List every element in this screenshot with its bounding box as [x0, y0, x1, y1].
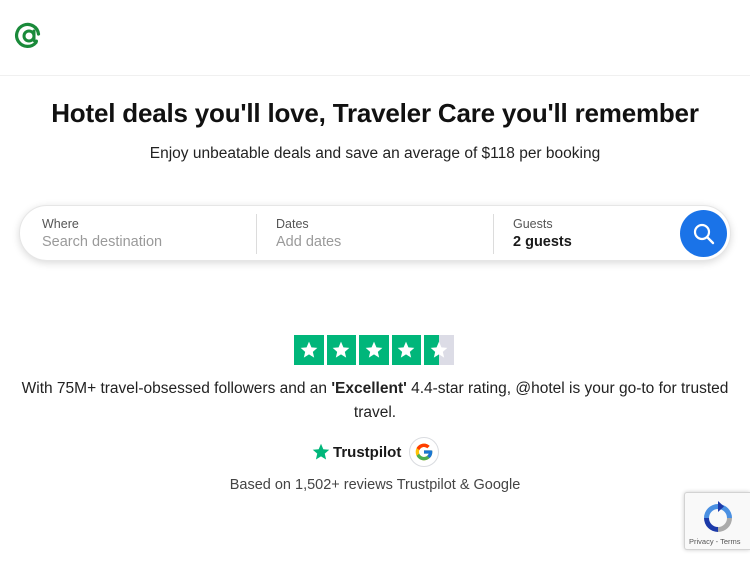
where-field[interactable]: Where Search destination: [42, 206, 252, 262]
half-star-icon: [424, 335, 454, 365]
divider: [256, 214, 257, 254]
recaptcha-badge[interactable]: Privacy - Terms: [684, 492, 750, 550]
guests-value[interactable]: 2 guests: [513, 234, 673, 250]
at-sign-logo-icon[interactable]: [14, 22, 42, 50]
search-button[interactable]: [680, 210, 727, 257]
guests-field[interactable]: Guests 2 guests: [513, 206, 673, 262]
dates-field[interactable]: Dates Add dates: [276, 206, 486, 262]
trustpilot-star-rating: [294, 335, 454, 365]
dates-input[interactable]: Add dates: [276, 234, 486, 250]
trustpilot-label: Trustpilot: [333, 443, 402, 461]
reviews-count-text: Based on 1,502+ reviews Trustpilot & Goo…: [229, 477, 521, 493]
page-title: Hotel deals you'll love, Traveler Care y…: [51, 98, 699, 128]
trustpilot-star-icon: [312, 443, 330, 460]
review-brands: Trustpilot: [312, 437, 440, 467]
privacy-link[interactable]: Privacy: [689, 537, 714, 546]
recaptcha-icon: [704, 501, 732, 532]
divider: [493, 214, 494, 254]
rating-text-suffix: 4.4-star rating, @hotel is your go-to fo…: [353, 380, 729, 421]
star-icon: [294, 335, 324, 365]
rating-text-prefix: With 75M+ travel-obsessed followers and …: [21, 380, 332, 397]
google-g-icon: [409, 437, 440, 467]
page-subtitle: Enjoy unbeatable deals and save an avera…: [149, 145, 601, 162]
star-icon: [359, 335, 389, 365]
top-nav: [0, 0, 750, 76]
where-input[interactable]: Search destination: [42, 234, 252, 250]
rating-description: With 75M+ travel-obsessed followers and …: [20, 377, 730, 425]
star-icon: [326, 335, 356, 365]
star-icon: [391, 335, 421, 365]
terms-link[interactable]: Terms: [720, 537, 740, 546]
search-icon: [693, 223, 714, 244]
where-label: Where: [42, 217, 79, 231]
rating-text-excellent: 'Excellent': [331, 380, 407, 397]
recaptcha-links: Privacy - Terms: [689, 537, 741, 546]
guests-label: Guests: [513, 217, 553, 231]
dates-label: Dates: [276, 217, 309, 231]
search-bar: Where Search destination Dates Add dates…: [19, 205, 731, 261]
